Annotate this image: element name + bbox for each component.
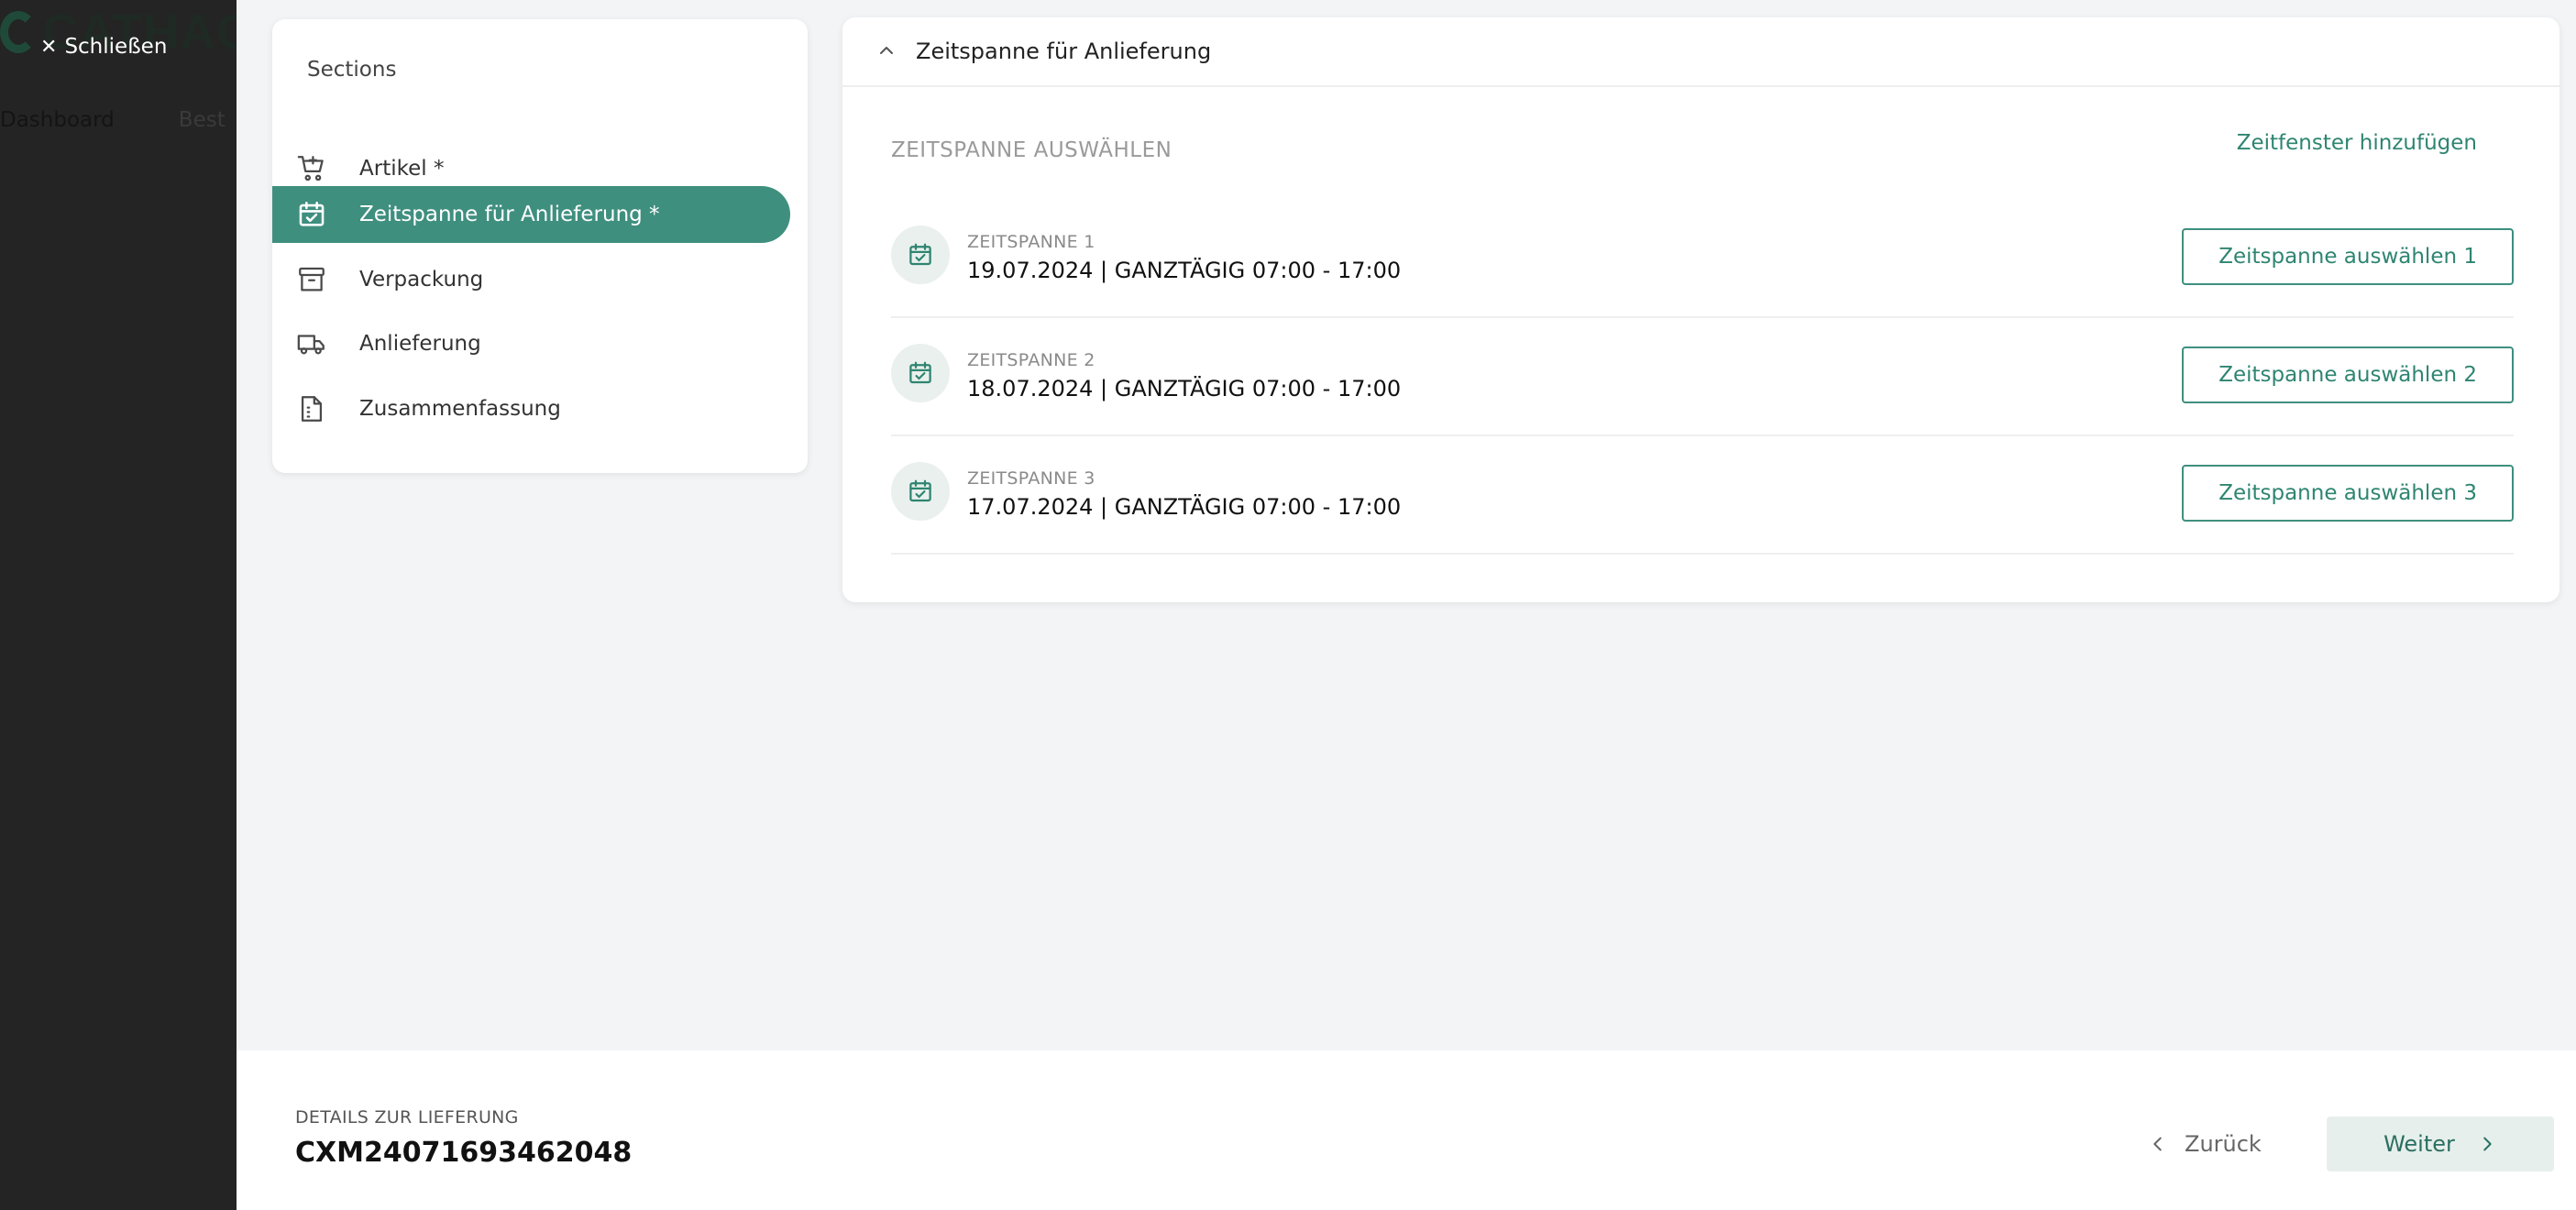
archive-box-icon: [294, 262, 329, 297]
chevron-left-icon: [2153, 1137, 2162, 1151]
panel-title: Zeitspanne für Anlieferung: [916, 38, 1212, 64]
zeitspanne-panel: Zeitspanne für Anlieferung ZEITSPANNE AU…: [842, 17, 2559, 602]
add-timewindow-link[interactable]: Zeitfenster hinzufügen: [2237, 131, 2477, 155]
footer-bar: DETAILS ZUR LIEFERUNG CXM24071693462048 …: [237, 1050, 2576, 1210]
section-item-verpackung[interactable]: Verpackung: [272, 251, 790, 308]
background-overlay: CATHAG ✕ Schließen Dashboard Best: [0, 0, 237, 1210]
back-button[interactable]: Zurück: [2148, 1116, 2262, 1172]
section-item-anlieferung[interactable]: Anlieferung: [272, 315, 790, 372]
panel-header-toggle[interactable]: Zeitspanne für Anlieferung: [842, 17, 2559, 87]
timespan-row: ZEITSPANNE 3 17.07.2024 | GANZTÄGIG 07:0…: [891, 437, 2514, 555]
section-item-zeitspanne[interactable]: Zeitspanne für Anlieferung *: [272, 186, 790, 243]
section-item-label: Zusammenfassung: [359, 397, 561, 421]
background-nav: Dashboard Best: [0, 108, 226, 132]
section-item-zusammenfassung[interactable]: Zusammenfassung: [272, 380, 790, 437]
cart-add-icon: [294, 151, 329, 186]
timespan-value: 19.07.2024 | GANZTÄGIG 07:00 - 17:00: [967, 258, 1402, 283]
truck-icon: [294, 326, 329, 361]
close-icon: ✕: [40, 35, 58, 59]
section-item-label: Verpackung: [359, 268, 484, 292]
bg-nav-best: Best: [178, 108, 226, 132]
document-icon: [294, 391, 329, 426]
delivery-details-label: DETAILS ZUR LIEFERUNG: [295, 1107, 519, 1128]
select-timespan-label: ZEITSPANNE AUSWÄHLEN: [891, 138, 1172, 162]
bg-nav-dashboard: Dashboard: [0, 108, 115, 132]
timespan-row: ZEITSPANNE 1 19.07.2024 | GANZTÄGIG 07:0…: [891, 201, 2514, 318]
timespan-value: 17.07.2024 | GANZTÄGIG 07:00 - 17:00: [967, 494, 1402, 520]
sections-title: Sections: [307, 58, 397, 82]
calendar-check-icon: [294, 197, 329, 232]
timespan-caption: ZEITSPANNE 1: [967, 232, 1095, 252]
next-label: Weiter: [2383, 1131, 2455, 1157]
select-timespan-2-button[interactable]: Zeitspanne auswählen 2: [2182, 346, 2514, 403]
timespan-value: 18.07.2024 | GANZTÄGIG 07:00 - 17:00: [967, 376, 1402, 402]
section-item-label: Anlieferung: [359, 332, 481, 356]
chevron-up-icon: [880, 47, 893, 54]
timespan-row: ZEITSPANNE 2 18.07.2024 | GANZTÄGIG 07:0…: [891, 319, 2514, 436]
select-timespan-1-button[interactable]: Zeitspanne auswählen 1: [2182, 228, 2514, 285]
back-label: Zurück: [2185, 1131, 2262, 1157]
calendar-check-icon: [891, 462, 950, 521]
delivery-id: CXM24071693462048: [295, 1137, 633, 1169]
section-item-label: Artikel *: [359, 157, 445, 181]
section-item-label: Zeitspanne für Anlieferung *: [359, 203, 660, 226]
timespan-caption: ZEITSPANNE 3: [967, 468, 1095, 489]
select-timespan-3-button[interactable]: Zeitspanne auswählen 3: [2182, 465, 2514, 522]
calendar-check-icon: [891, 226, 950, 284]
close-label: Schließen: [64, 35, 168, 59]
close-button[interactable]: ✕ Schließen: [40, 35, 167, 59]
calendar-check-icon: [891, 344, 950, 402]
next-button[interactable]: Weiter: [2327, 1116, 2554, 1172]
timespan-caption: ZEITSPANNE 2: [967, 350, 1095, 370]
chevron-right-icon: [2483, 1137, 2492, 1151]
sections-sidebar: Sections Artikel * Zeitspanne für Anlief…: [272, 19, 808, 473]
logo-mark-icon: [0, 11, 37, 53]
